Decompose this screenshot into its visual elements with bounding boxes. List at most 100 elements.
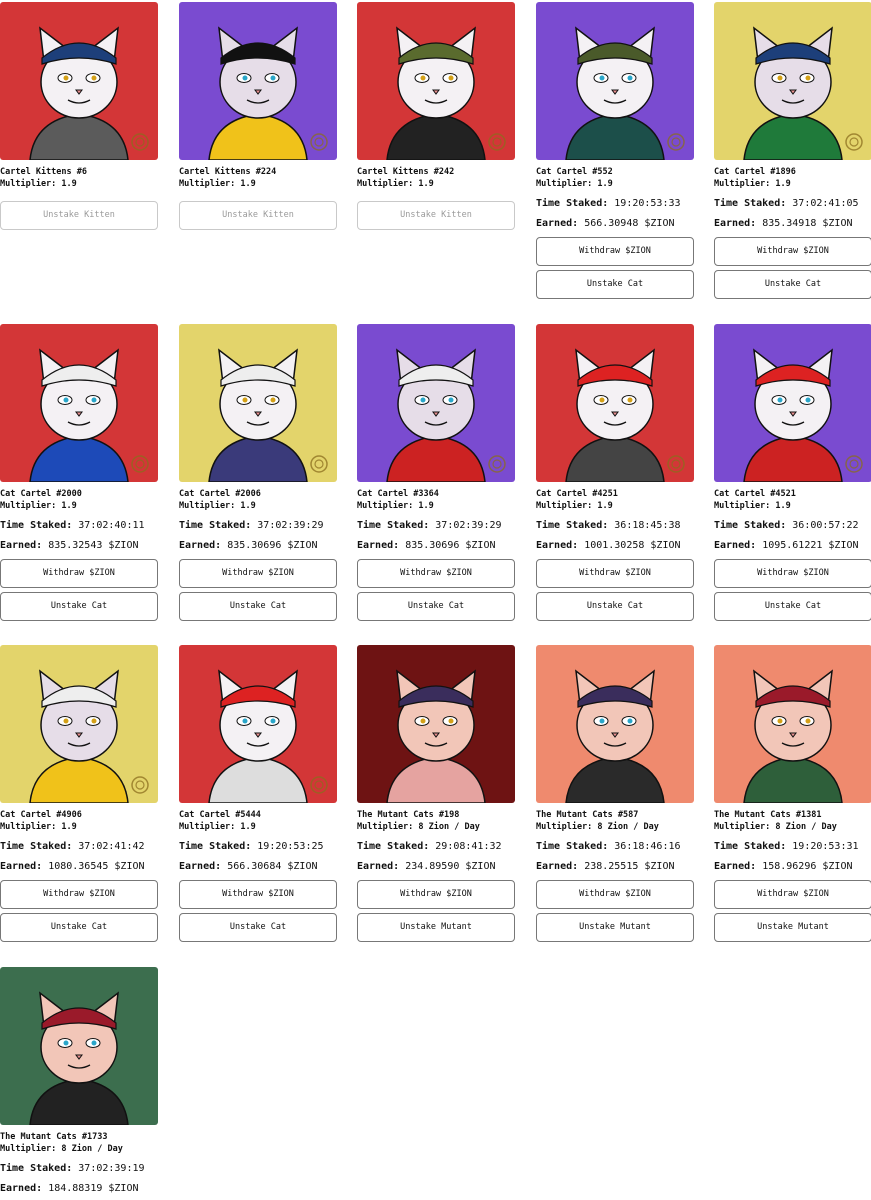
multiplier-text: Multiplier: 1.9 xyxy=(536,501,613,511)
withdraw-zion-button[interactable]: Withdraw $ZION xyxy=(0,880,158,909)
earned: Earned: 1080.36545 $ZION xyxy=(0,861,158,873)
time-staked-label: Time Staked: xyxy=(714,198,787,209)
multiplier-text: Multiplier: 8 Zion / Day xyxy=(0,1144,123,1154)
nft-card: The Mutant Cats #587 Multiplier: 8 Zion /… xyxy=(536,645,694,942)
time-staked: Time Staked: 37:02:41:42 xyxy=(0,841,158,853)
cat-artwork xyxy=(714,324,871,482)
earned-label: Earned: xyxy=(357,861,400,872)
earned: Earned: 835.32543 $ZION xyxy=(0,540,158,552)
earned: Earned: 184.88319 $ZION xyxy=(0,1183,158,1195)
withdraw-zion-button[interactable]: Withdraw $ZION xyxy=(179,559,337,588)
unstake-cat-button[interactable]: Unstake Cat xyxy=(536,270,694,299)
nft-image xyxy=(357,645,515,803)
nft-image xyxy=(179,324,337,482)
nft-card: Cat Cartel #2006 Multiplier: 1.9 Time Stak… xyxy=(179,324,337,621)
nft-name: The Mutant Cats #587 xyxy=(536,810,639,820)
unstake-kitten-button[interactable]: Unstake Kitten xyxy=(179,201,337,230)
earned-value: 835.30696 $ZION xyxy=(405,540,496,551)
earned: Earned: 835.30696 $ZION xyxy=(179,540,337,552)
time-staked-label: Time Staked: xyxy=(536,198,609,209)
nft-name: The Mutant Cats #198 xyxy=(357,810,460,820)
nft-image xyxy=(357,2,515,160)
earned-label: Earned: xyxy=(179,861,222,872)
nft-name: The Mutant Cats #1733 xyxy=(0,1132,108,1142)
nft-card: Cat Cartel #2000 Multiplier: 1.9 Time Stak… xyxy=(0,324,158,621)
nft-image xyxy=(357,324,515,482)
nft-name: The Mutant Cats #1381 xyxy=(714,810,822,820)
unstake-mutant-button[interactable]: Unstake Mutant xyxy=(536,913,694,942)
nft-name: Cat Cartel #552 xyxy=(536,167,613,177)
nft-image xyxy=(0,645,158,803)
withdraw-zion-button[interactable]: Withdraw $ZION xyxy=(357,559,515,588)
time-staked-label: Time Staked: xyxy=(0,1163,73,1174)
cat-artwork xyxy=(714,645,871,803)
time-staked-value: 36:00:57:22 xyxy=(792,520,859,531)
nft-name: Cat Cartel #4251 xyxy=(536,489,618,499)
nft-name: Cat Cartel #3364 xyxy=(357,489,439,499)
earned-label: Earned: xyxy=(714,861,757,872)
earned-value: 238.25515 $ZION xyxy=(584,861,675,872)
cat-artwork xyxy=(0,2,158,160)
withdraw-zion-button[interactable]: Withdraw $ZION xyxy=(536,559,694,588)
time-staked: Time Staked: 37:02:39:19 xyxy=(0,1163,158,1175)
earned-label: Earned: xyxy=(536,218,579,229)
cat-artwork xyxy=(357,645,515,803)
earned-label: Earned: xyxy=(357,540,400,551)
unstake-cat-button[interactable]: Unstake Cat xyxy=(0,592,158,621)
unstake-mutant-button[interactable]: Unstake Mutant xyxy=(357,913,515,942)
time-staked: Time Staked: 36:00:57:22 xyxy=(714,520,871,532)
earned: Earned: 158.96296 $ZION xyxy=(714,861,871,873)
staked-nft-grid: Cartel Kittens #6 Multiplier: 1.9 Unstake … xyxy=(0,0,871,1200)
nft-name: Cat Cartel #2000 xyxy=(0,489,82,499)
multiplier-text: Multiplier: 1.9 xyxy=(357,501,434,511)
multiplier-text: Multiplier: 1.9 xyxy=(714,501,791,511)
unstake-cat-button[interactable]: Unstake Cat xyxy=(179,913,337,942)
withdraw-zion-button[interactable]: Withdraw $ZION xyxy=(179,880,337,909)
nft-image xyxy=(179,645,337,803)
unstake-kitten-button[interactable]: Unstake Kitten xyxy=(0,201,158,230)
nft-name: Cat Cartel #4906 xyxy=(0,810,82,820)
withdraw-zion-button[interactable]: Withdraw $ZION xyxy=(714,559,871,588)
withdraw-zion-button[interactable]: Withdraw $ZION xyxy=(357,880,515,909)
earned: Earned: 238.25515 $ZION xyxy=(536,861,694,873)
withdraw-zion-button[interactable]: Withdraw $ZION xyxy=(714,880,871,909)
unstake-cat-button[interactable]: Unstake Cat xyxy=(714,270,871,299)
nft-image xyxy=(714,2,871,160)
withdraw-zion-button[interactable]: Withdraw $ZION xyxy=(536,880,694,909)
unstake-mutant-button[interactable]: Unstake Mutant xyxy=(714,913,871,942)
earned-value: 158.96296 $ZION xyxy=(762,861,853,872)
unstake-cat-button[interactable]: Unstake Cat xyxy=(0,913,158,942)
earned: Earned: 1095.61221 $ZION xyxy=(714,540,871,552)
unstake-cat-button[interactable]: Unstake Cat xyxy=(179,592,337,621)
time-staked-value: 37:02:39:29 xyxy=(257,520,324,531)
nft-card: The Mutant Cats #1733 Multiplier: 8 Zion … xyxy=(0,967,158,1195)
nft-card: Cartel Kittens #242 Multiplier: 1.9 Unstak… xyxy=(357,2,515,230)
nft-name: Cat Cartel #2006 xyxy=(179,489,261,499)
withdraw-zion-button[interactable]: Withdraw $ZION xyxy=(0,559,158,588)
time-staked-value: 29:08:41:32 xyxy=(435,841,502,852)
nft-name: Cartel Kittens #242 xyxy=(357,167,455,177)
withdraw-zion-button[interactable]: Withdraw $ZION xyxy=(536,237,694,266)
nft-image xyxy=(714,645,871,803)
time-staked-value: 37:02:39:29 xyxy=(435,520,502,531)
nft-card: Cat Cartel #4521 Multiplier: 1.9 Time Stak… xyxy=(714,324,871,621)
earned: Earned: 566.30948 $ZION xyxy=(536,218,694,230)
time-staked: Time Staked: 37:02:39:29 xyxy=(179,520,337,532)
unstake-cat-button[interactable]: Unstake Cat xyxy=(714,592,871,621)
time-staked-label: Time Staked: xyxy=(0,520,73,531)
withdraw-zion-button[interactable]: Withdraw $ZION xyxy=(714,237,871,266)
unstake-cat-button[interactable]: Unstake Cat xyxy=(357,592,515,621)
cat-artwork xyxy=(357,324,515,482)
nft-card: Cartel Kittens #6 Multiplier: 1.9 Unstake … xyxy=(0,2,158,230)
multiplier-text: Multiplier: 1.9 xyxy=(357,179,434,189)
time-staked-label: Time Staked: xyxy=(536,841,609,852)
time-staked-label: Time Staked: xyxy=(179,841,252,852)
nft-card: Cat Cartel #4251 Multiplier: 1.9 Time Stak… xyxy=(536,324,694,621)
earned-value: 184.88319 $ZION xyxy=(48,1183,139,1194)
time-staked-label: Time Staked: xyxy=(357,520,430,531)
unstake-cat-button[interactable]: Unstake Cat xyxy=(536,592,694,621)
time-staked: Time Staked: 37:02:40:11 xyxy=(0,520,158,532)
time-staked-value: 19:20:53:31 xyxy=(792,841,859,852)
time-staked-label: Time Staked: xyxy=(536,520,609,531)
unstake-kitten-button[interactable]: Unstake Kitten xyxy=(357,201,515,230)
